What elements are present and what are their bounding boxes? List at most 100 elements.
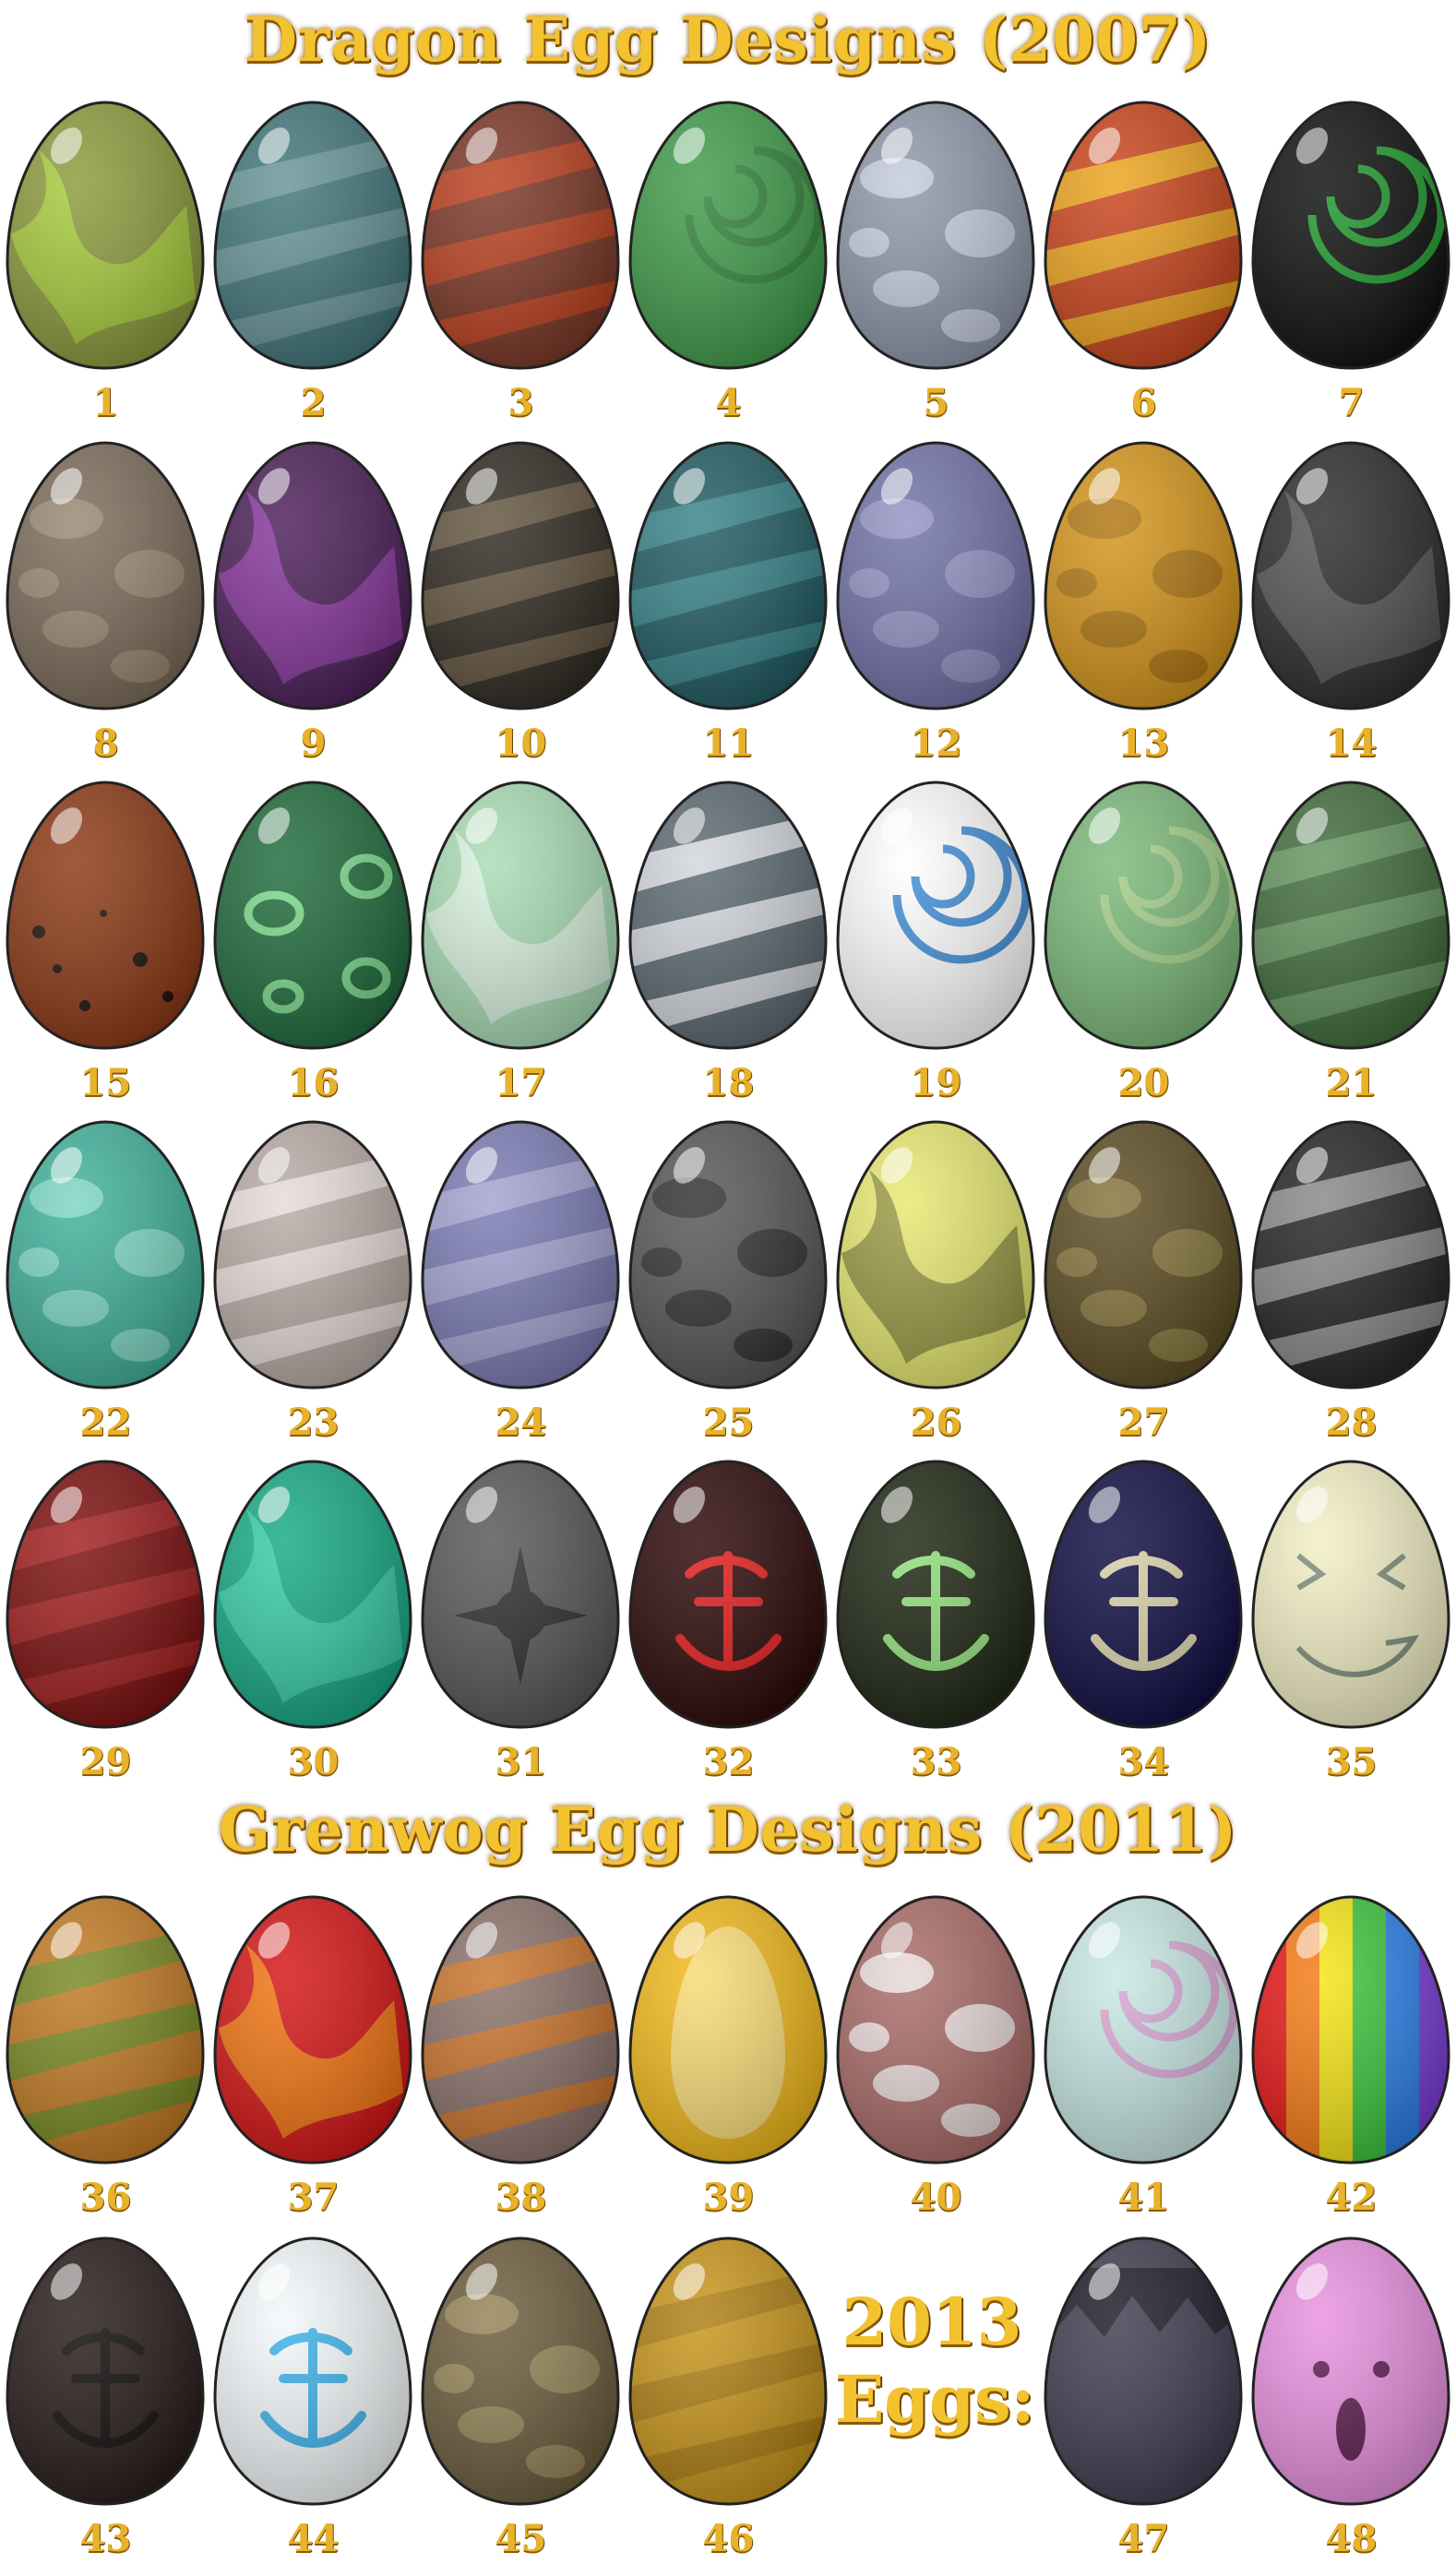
egg-25 <box>625 1115 832 1391</box>
egg-18-image <box>628 781 828 1050</box>
egg-47-image <box>1044 2236 1243 2506</box>
egg-6-image <box>1044 101 1243 370</box>
egg-number-label: 44 <box>287 2517 340 2560</box>
egg-23 <box>209 1115 417 1391</box>
egg-number-label: 11 <box>702 722 755 765</box>
egg-number-label: 19 <box>910 1061 962 1104</box>
egg-5-image <box>836 101 1035 370</box>
egg-30-image <box>213 1460 412 1729</box>
egg-14-image <box>1251 441 1450 710</box>
egg-39-image <box>628 1895 828 2165</box>
egg-24 <box>417 1115 625 1391</box>
egg-20-image <box>1044 781 1243 1050</box>
egg-number-label: 41 <box>1117 2176 1170 2219</box>
egg-number-label: 27 <box>1117 1401 1170 1444</box>
egg-35 <box>1247 1454 1455 1731</box>
grenwog-egg-title: Grenwog Egg Designs (2011) <box>218 1794 1238 1866</box>
egg-3 <box>417 95 625 372</box>
egg-42 <box>1247 1890 1455 2166</box>
egg-6 <box>1040 95 1247 372</box>
egg-number-label: 14 <box>1325 722 1378 765</box>
egg-44 <box>209 2231 417 2508</box>
egg-8 <box>2 435 209 712</box>
egg-number-label: 42 <box>1325 2176 1378 2219</box>
egg-37 <box>209 1890 417 2166</box>
egg-25-image <box>628 1120 828 1389</box>
egg-46-image <box>628 2236 828 2506</box>
egg-14 <box>1247 435 1455 712</box>
egg-number-label: 30 <box>287 1740 340 1783</box>
egg-35-image <box>1251 1460 1450 1729</box>
egg-13 <box>1040 435 1247 712</box>
egg-9 <box>209 435 417 712</box>
egg-11-image <box>628 441 828 710</box>
eggs-2013-year: 2013 <box>841 2284 1022 2360</box>
egg-number-label: 43 <box>79 2517 132 2560</box>
egg-number-label: 33 <box>910 1740 962 1783</box>
egg-number-label: 29 <box>79 1740 132 1783</box>
egg-7 <box>1247 95 1455 372</box>
egg-number-label: 21 <box>1325 1061 1378 1104</box>
egg-19-image <box>836 781 1035 1050</box>
egg-36 <box>2 1890 209 2166</box>
egg-number-label: 8 <box>92 722 119 765</box>
egg-1 <box>2 95 209 372</box>
egg-number-label: 1 <box>92 381 119 424</box>
egg-number-label: 24 <box>495 1401 547 1444</box>
egg-23-image <box>213 1120 412 1389</box>
egg-number-label: 20 <box>1117 1061 1170 1104</box>
egg-number-label: 9 <box>300 722 327 765</box>
egg-20 <box>1040 775 1247 1052</box>
egg-number-label: 34 <box>1117 1740 1170 1783</box>
dragon-egg-title: Dragon Egg Designs (2007) <box>244 4 1212 76</box>
egg-number-label: 15 <box>79 1061 132 1104</box>
egg-26 <box>832 1115 1040 1391</box>
egg-39 <box>625 1890 832 2166</box>
egg-41-image <box>1044 1895 1243 2165</box>
egg-4-image <box>628 101 828 370</box>
egg-48-image <box>1251 2236 1450 2506</box>
egg-number-label: 36 <box>79 2176 132 2219</box>
egg-21 <box>1247 775 1455 1052</box>
egg-number-label: 48 <box>1325 2517 1378 2560</box>
egg-42-image <box>1251 1895 1450 2165</box>
egg-43-image <box>6 2236 205 2506</box>
egg-30 <box>209 1454 417 1731</box>
egg-31-image <box>421 1460 620 1729</box>
egg-5 <box>832 95 1040 372</box>
egg-21-image <box>1251 781 1450 1050</box>
egg-number-label: 46 <box>702 2517 755 2560</box>
egg-9-image <box>213 441 412 710</box>
egg-8-image <box>6 441 205 710</box>
egg-number-label: 47 <box>1117 2517 1170 2560</box>
egg-number-label: 18 <box>702 1061 755 1104</box>
egg-40-image <box>836 1895 1035 2165</box>
egg-2 <box>209 95 417 372</box>
egg-44-image <box>213 2236 412 2506</box>
egg-38-image <box>421 1895 620 2165</box>
egg-number-label: 31 <box>495 1740 547 1783</box>
egg-12 <box>832 435 1040 712</box>
egg-number-label: 2 <box>300 381 327 424</box>
egg-number-label: 28 <box>1325 1401 1378 1444</box>
egg-number-label: 13 <box>1117 722 1170 765</box>
egg-12-image <box>836 441 1035 710</box>
egg-28 <box>1247 1115 1455 1391</box>
egg-36-image <box>6 1895 205 2165</box>
egg-43 <box>2 2231 209 2508</box>
egg-34-image <box>1044 1460 1243 1729</box>
egg-number-label: 10 <box>495 722 547 765</box>
egg-27-image <box>1044 1120 1243 1389</box>
egg-4 <box>625 95 832 372</box>
egg-3-image <box>421 101 620 370</box>
egg-number-label: 45 <box>495 2517 547 2560</box>
egg-number-label: 22 <box>79 1401 132 1444</box>
egg-24-image <box>421 1120 620 1389</box>
egg-18 <box>625 775 832 1052</box>
egg-number-label: 3 <box>507 381 534 424</box>
egg-34 <box>1040 1454 1247 1731</box>
egg-17 <box>417 775 625 1052</box>
egg-22-image <box>6 1120 205 1389</box>
egg-number-label: 17 <box>495 1061 547 1104</box>
egg-33-image <box>836 1460 1035 1729</box>
